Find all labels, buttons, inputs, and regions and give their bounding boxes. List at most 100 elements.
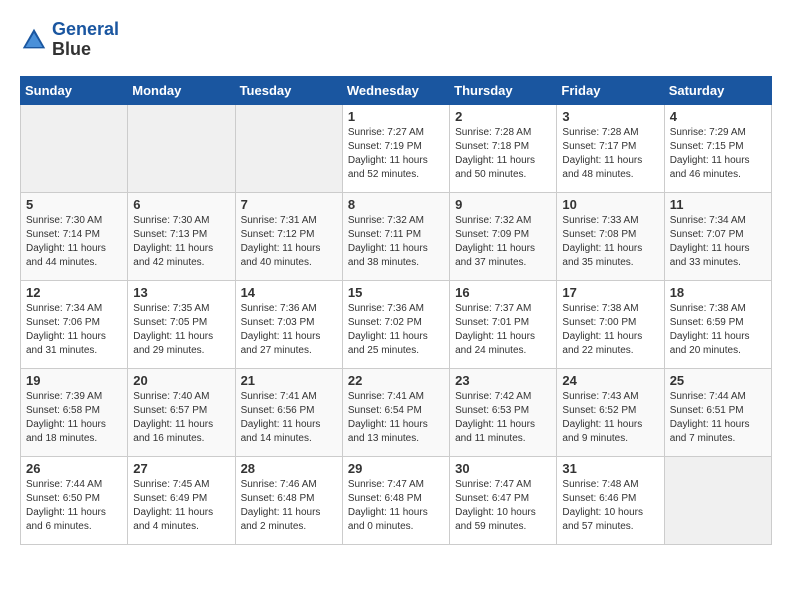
calendar-cell: 21Sunrise: 7:41 AMSunset: 6:56 PMDayligh… [235, 368, 342, 456]
day-info: Sunrise: 7:28 AMSunset: 7:18 PMDaylight:… [455, 126, 551, 182]
calendar-cell: 1 Sunrise: 7:27 AMSunset: 7:19 PMDaylight… [342, 104, 449, 192]
day-number: 23 [455, 373, 551, 388]
weekday-header: Sunday [21, 76, 128, 104]
day-info: Sunrise: 7:38 AMSunset: 7:00 PMDaylight:… [562, 302, 658, 358]
day-number: 24 [562, 373, 658, 388]
day-number: 11 [670, 197, 766, 212]
day-info: Sunrise: 7:44 AMSunset: 6:51 PMDaylight:… [670, 390, 766, 446]
day-info: Sunrise: 7:38 AMSunset: 6:59 PMDaylight:… [670, 302, 766, 358]
day-info: Sunrise: 7:37 AMSunset: 7:01 PMDaylight:… [455, 302, 551, 358]
calendar-cell: 20 Sunrise: 7:40 AMSunset: 6:57 PMDayligh… [128, 368, 235, 456]
day-info: Sunrise: 7:32 AMSunset: 7:11 PMDaylight:… [348, 214, 444, 270]
calendar-cell: 27 Sunrise: 7:45 AMSunset: 6:49 PMDayligh… [128, 456, 235, 544]
calendar-cell: 7Sunrise: 7:31 AMSunset: 7:12 PMDaylight… [235, 192, 342, 280]
page-header: GeneralBlue [20, 20, 772, 60]
day-number: 22 [348, 373, 444, 388]
weekday-header: Thursday [450, 76, 557, 104]
day-info: Sunrise: 7:43 AMSunset: 6:52 PMDaylight:… [562, 390, 658, 446]
day-number: 12 [26, 285, 122, 300]
weekday-header-row: SundayMondayTuesdayWednesdayThursdayFrid… [21, 76, 772, 104]
day-number: 4 [670, 109, 766, 124]
day-info: Sunrise: 7:32 AMSunset: 7:09 PMDaylight:… [455, 214, 551, 270]
day-number: 3 [562, 109, 658, 124]
day-info: Sunrise: 7:40 AMSunset: 6:57 PMDaylight:… [133, 390, 229, 446]
calendar-cell: 17 Sunrise: 7:38 AMSunset: 7:00 PMDayligh… [557, 280, 664, 368]
day-info: Sunrise: 7:31 AMSunset: 7:12 PMDaylight:… [241, 214, 337, 270]
day-number: 27 [133, 461, 229, 476]
day-number: 16 [455, 285, 551, 300]
day-info: Sunrise: 7:48 AMSunset: 6:46 PMDaylight:… [562, 478, 658, 534]
day-info: Sunrise: 7:30 AMSunset: 7:13 PMDaylight:… [133, 214, 229, 270]
calendar-cell: 16 Sunrise: 7:37 AMSunset: 7:01 PMDayligh… [450, 280, 557, 368]
weekday-header: Tuesday [235, 76, 342, 104]
weekday-header: Wednesday [342, 76, 449, 104]
calendar-cell: 23 Sunrise: 7:42 AMSunset: 6:53 PMDayligh… [450, 368, 557, 456]
day-number: 10 [562, 197, 658, 212]
calendar-cell: 28 Sunrise: 7:46 AMSunset: 6:48 PMDayligh… [235, 456, 342, 544]
calendar-cell: 18 Sunrise: 7:38 AMSunset: 6:59 PMDayligh… [664, 280, 771, 368]
calendar-week-row: 5Sunrise: 7:30 AMSunset: 7:14 PMDaylight… [21, 192, 772, 280]
day-number: 20 [133, 373, 229, 388]
calendar-cell: 11 Sunrise: 7:34 AMSunset: 7:07 PMDayligh… [664, 192, 771, 280]
day-info: Sunrise: 7:36 AMSunset: 7:03 PMDaylight:… [241, 302, 337, 358]
day-number: 6 [133, 197, 229, 212]
day-info: Sunrise: 7:35 AMSunset: 7:05 PMDaylight:… [133, 302, 229, 358]
day-info: Sunrise: 7:45 AMSunset: 6:49 PMDaylight:… [133, 478, 229, 534]
day-number: 25 [670, 373, 766, 388]
day-number: 15 [348, 285, 444, 300]
calendar-cell: 14 Sunrise: 7:36 AMSunset: 7:03 PMDayligh… [235, 280, 342, 368]
day-info: Sunrise: 7:47 AMSunset: 6:48 PMDaylight:… [348, 478, 444, 534]
calendar-cell: 26 Sunrise: 7:44 AMSunset: 6:50 PMDayligh… [21, 456, 128, 544]
calendar-cell: 15 Sunrise: 7:36 AMSunset: 7:02 PMDayligh… [342, 280, 449, 368]
calendar-cell: 12Sunrise: 7:34 AMSunset: 7:06 PMDayligh… [21, 280, 128, 368]
day-number: 8 [348, 197, 444, 212]
logo: GeneralBlue [20, 20, 119, 60]
day-number: 29 [348, 461, 444, 476]
calendar-cell: 13 Sunrise: 7:35 AMSunset: 7:05 PMDayligh… [128, 280, 235, 368]
weekday-header: Monday [128, 76, 235, 104]
day-info: Sunrise: 7:34 AMSunset: 7:07 PMDaylight:… [670, 214, 766, 270]
weekday-header: Friday [557, 76, 664, 104]
day-number: 17 [562, 285, 658, 300]
calendar-cell: 10Sunrise: 7:33 AMSunset: 7:08 PMDayligh… [557, 192, 664, 280]
day-info: Sunrise: 7:42 AMSunset: 6:53 PMDaylight:… [455, 390, 551, 446]
calendar-cell: 24 Sunrise: 7:43 AMSunset: 6:52 PMDayligh… [557, 368, 664, 456]
calendar-cell: 9 Sunrise: 7:32 AMSunset: 7:09 PMDaylight… [450, 192, 557, 280]
day-number: 18 [670, 285, 766, 300]
day-info: Sunrise: 7:41 AMSunset: 6:54 PMDaylight:… [348, 390, 444, 446]
day-number: 30 [455, 461, 551, 476]
calendar-cell: 5Sunrise: 7:30 AMSunset: 7:14 PMDaylight… [21, 192, 128, 280]
calendar-cell: 6 Sunrise: 7:30 AMSunset: 7:13 PMDaylight… [128, 192, 235, 280]
day-number: 2 [455, 109, 551, 124]
logo-text: GeneralBlue [52, 20, 119, 60]
day-info: Sunrise: 7:44 AMSunset: 6:50 PMDaylight:… [26, 478, 122, 534]
day-info: Sunrise: 7:28 AMSunset: 7:17 PMDaylight:… [562, 126, 658, 182]
calendar-cell: 22 Sunrise: 7:41 AMSunset: 6:54 PMDayligh… [342, 368, 449, 456]
calendar-cell: 4 Sunrise: 7:29 AMSunset: 7:15 PMDaylight… [664, 104, 771, 192]
day-info: Sunrise: 7:47 AMSunset: 6:47 PMDaylight:… [455, 478, 551, 534]
day-number: 19 [26, 373, 122, 388]
day-number: 9 [455, 197, 551, 212]
day-number: 14 [241, 285, 337, 300]
calendar-cell [128, 104, 235, 192]
day-number: 13 [133, 285, 229, 300]
day-info: Sunrise: 7:39 AMSunset: 6:58 PMDaylight:… [26, 390, 122, 446]
day-number: 31 [562, 461, 658, 476]
calendar-week-row: 26 Sunrise: 7:44 AMSunset: 6:50 PMDayligh… [21, 456, 772, 544]
day-info: Sunrise: 7:29 AMSunset: 7:15 PMDaylight:… [670, 126, 766, 182]
logo-icon [20, 26, 48, 54]
day-info: Sunrise: 7:41 AMSunset: 6:56 PMDaylight:… [241, 390, 337, 446]
day-info: Sunrise: 7:27 AMSunset: 7:19 PMDaylight:… [348, 126, 444, 182]
day-number: 1 [348, 109, 444, 124]
calendar-cell [235, 104, 342, 192]
day-number: 28 [241, 461, 337, 476]
calendar-cell [21, 104, 128, 192]
day-info: Sunrise: 7:46 AMSunset: 6:48 PMDaylight:… [241, 478, 337, 534]
calendar-cell [664, 456, 771, 544]
day-info: Sunrise: 7:36 AMSunset: 7:02 PMDaylight:… [348, 302, 444, 358]
day-number: 26 [26, 461, 122, 476]
calendar-cell: 2 Sunrise: 7:28 AMSunset: 7:18 PMDaylight… [450, 104, 557, 192]
calendar-table: SundayMondayTuesdayWednesdayThursdayFrid… [20, 76, 772, 545]
calendar-cell: 29 Sunrise: 7:47 AMSunset: 6:48 PMDayligh… [342, 456, 449, 544]
calendar-cell: 25 Sunrise: 7:44 AMSunset: 6:51 PMDayligh… [664, 368, 771, 456]
